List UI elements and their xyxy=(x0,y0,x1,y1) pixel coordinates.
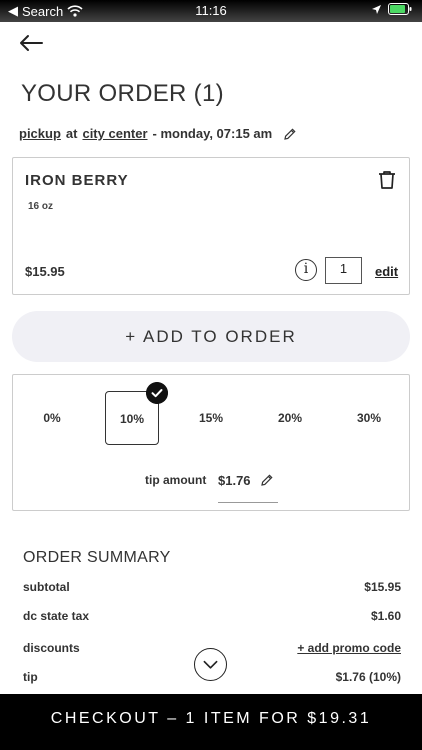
tip-summary-label: tip xyxy=(23,670,38,684)
tip-option-0[interactable]: 0% xyxy=(25,391,79,445)
edit-tip-pencil-icon[interactable] xyxy=(260,473,274,492)
subtotal-label: subtotal xyxy=(23,580,70,594)
add-promo-code-link[interactable]: + add promo code xyxy=(297,641,401,655)
tip-option-15[interactable]: 15% xyxy=(184,391,238,445)
pickup-mode-link[interactable]: pickup xyxy=(19,126,61,141)
discounts-label: discounts xyxy=(23,641,80,655)
order-meta: pickup at city center - monday, 07:15 am xyxy=(19,126,297,141)
tax-value: $1.60 xyxy=(370,609,401,623)
info-icon[interactable]: i xyxy=(295,259,317,281)
subtotal-value: $15.95 xyxy=(364,580,401,594)
checkout-button[interactable]: CHECKOUT – 1 ITEM FOR $19.31 xyxy=(0,694,422,750)
status-bar: ◀ Search 11:16 xyxy=(0,0,422,22)
chevron-down-icon[interactable] xyxy=(194,648,227,681)
tip-amount-label: tip amount xyxy=(145,473,207,487)
status-time: 11:16 xyxy=(195,3,227,18)
location-arrow-icon xyxy=(372,4,381,14)
item-price: $15.95 xyxy=(25,264,65,279)
battery-icon xyxy=(388,3,412,15)
tip-amount-value[interactable]: $1.76 xyxy=(218,473,251,488)
edit-item-link[interactable]: edit xyxy=(375,264,398,279)
trash-icon[interactable] xyxy=(377,170,397,190)
quantity-field[interactable]: 1 xyxy=(325,257,362,284)
pickup-time: - monday, 07:15 am xyxy=(152,126,273,141)
tax-label: dc state tax xyxy=(23,609,90,623)
back-arrow-icon[interactable] xyxy=(18,32,44,54)
order-item-card: IRON BERRY 16 oz $15.95 i 1 edit xyxy=(12,157,410,295)
tip-summary-value: $1.76 (10%) xyxy=(335,670,401,684)
meta-at: at xyxy=(65,126,78,141)
add-to-order-button[interactable]: + ADD TO ORDER xyxy=(12,311,410,362)
order-summary-title: ORDER SUMMARY xyxy=(23,549,171,566)
tip-selector: 0% 10% 15% 20% 30% tip amount $1.76 xyxy=(12,374,410,511)
item-size: 16 oz xyxy=(28,201,54,212)
tip-option-30[interactable]: 30% xyxy=(342,391,396,445)
tip-option-20[interactable]: 20% xyxy=(263,391,317,445)
tip-amount-underline xyxy=(218,502,278,503)
location-link[interactable]: city center xyxy=(82,126,147,141)
page-title: YOUR ORDER (1) xyxy=(21,80,224,107)
checkmark-icon xyxy=(146,382,168,404)
item-name: IRON BERRY xyxy=(25,172,129,189)
edit-pickup-pencil-icon[interactable] xyxy=(283,127,297,141)
